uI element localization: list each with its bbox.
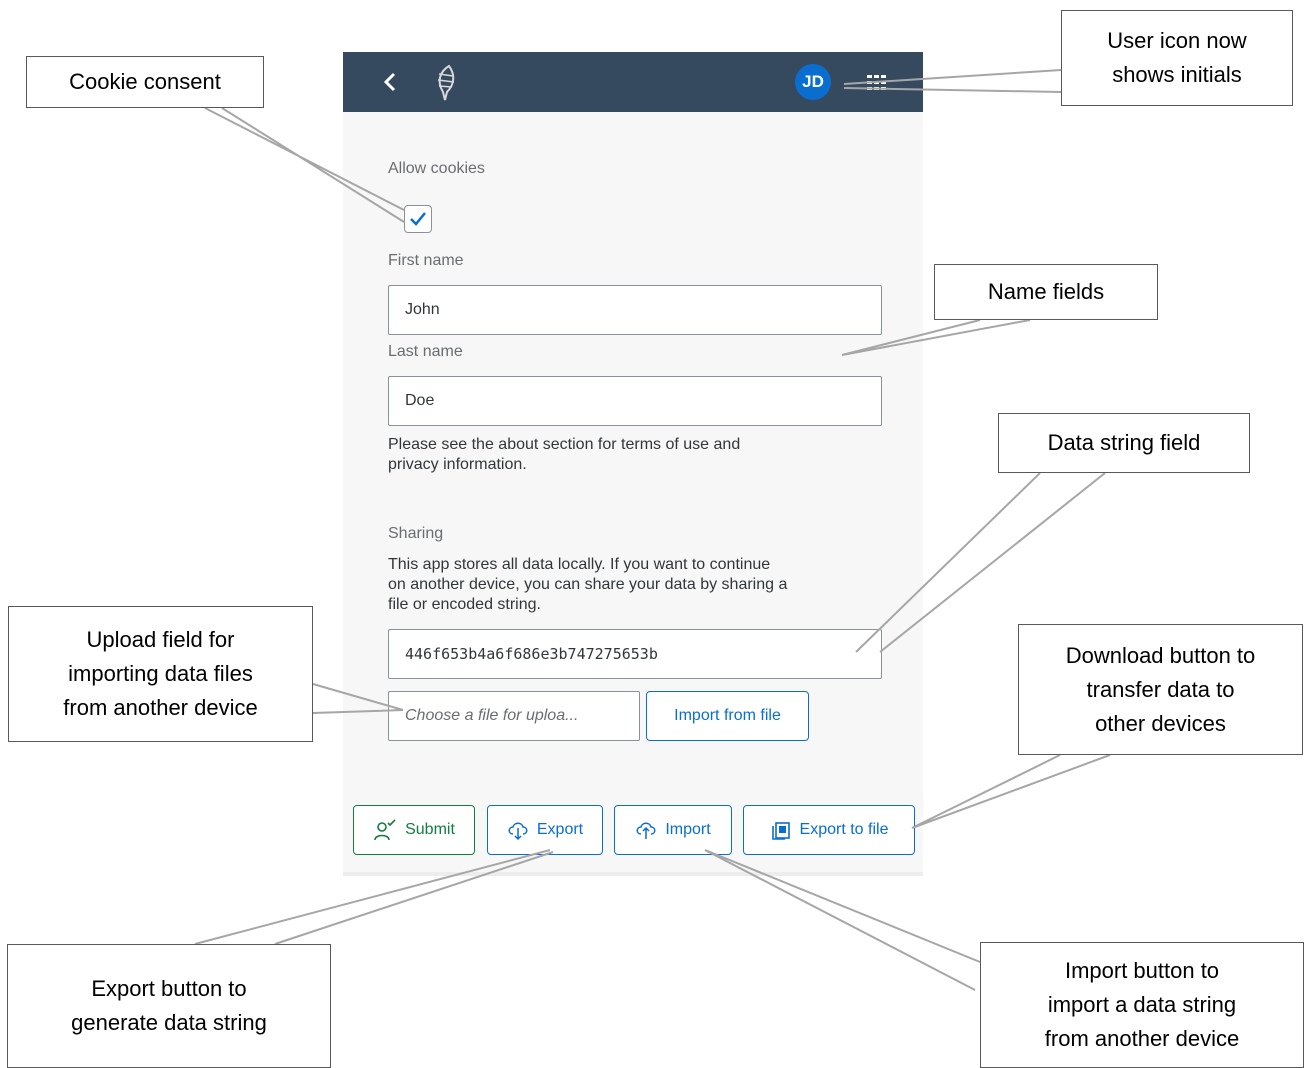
sharing-line: on another device, you can share your da… [388,576,788,593]
callout-download-button: Download button to transfer data to othe… [1018,624,1303,755]
first-name-field[interactable]: John [388,285,882,335]
callout-cookie-consent: Cookie consent [26,56,264,108]
file-upload-input[interactable]: Choose a file for uploa... [388,691,640,741]
person-check-icon [374,819,396,841]
callout-export-button: Export button to generate data string [7,944,331,1068]
sharing-title: Sharing [388,525,444,542]
data-string-value: 446f653b4a6f686e3b747275653b [405,645,658,663]
import-from-file-label: Import from file [674,707,781,724]
first-name-value: John [405,301,440,318]
file-export-icon [771,822,790,840]
callout-text: from another device [1044,1026,1240,1051]
sharing-description: This app stores all data locally. If you… [388,555,888,615]
submit-button[interactable]: Submit [353,805,475,855]
callout-data-string: Data string field [998,413,1250,473]
callout-text: Download button to [1065,642,1256,668]
export-to-file-label: Export to file [799,821,889,838]
shell-bar: JD [343,52,923,112]
cloud-download-icon [508,822,528,841]
callout-text: shows initials [1112,62,1242,87]
callout-text: from another device [63,695,258,720]
export-label: Export [536,821,584,838]
callout-text: transfer data to [1086,676,1235,702]
callout-text: importing data files [68,661,253,686]
data-string-field[interactable]: 446f653b4a6f686e3b747275653b [388,629,882,679]
last-name-label: Last name [388,343,463,360]
terms-text: Please see the about section for terms o… [388,435,888,475]
callout-upload-field: Upload field for importing data files fr… [8,606,313,742]
file-upload-placeholder: Choose a file for uploa... [405,707,579,724]
callout-import-button: Import button to import a data string fr… [980,942,1304,1068]
callout-text: Import button to [1064,958,1220,983]
app-logo-icon [437,64,455,101]
import-button[interactable]: Import [614,805,732,855]
first-name-label: First name [388,252,464,269]
callout-text: Cookie consent [69,69,221,94]
callout-text: import a data string [1047,992,1237,1017]
callout-name-fields: Name fields [934,264,1158,320]
back-chevron-icon[interactable] [379,70,403,94]
export-button[interactable]: Export [487,805,603,855]
cloud-upload-icon [636,822,656,839]
last-name-value: Doe [405,392,435,409]
callout-text: Data string field [1047,430,1201,455]
app-grid-icon[interactable] [865,72,889,92]
footer-divider [343,872,923,876]
callout-text: User icon now [1107,28,1247,53]
callout-text: generate data string [71,1010,267,1035]
submit-label: Submit [405,821,455,838]
callout-text: other devices [1095,710,1226,736]
import-from-file-button[interactable]: Import from file [646,691,809,741]
callout-text: Export button to [91,976,247,1001]
callout-text: Upload field for [86,627,235,652]
allow-cookies-label: Allow cookies [388,160,485,177]
terms-line: Please see the about section for terms o… [388,436,741,453]
app-panel: JD Allow cookies First name John Last na… [343,52,923,876]
import-label: Import [665,821,711,838]
callout-user-icon: User icon now shows initials [1061,10,1293,106]
export-to-file-button[interactable]: Export to file [743,805,915,855]
avatar[interactable]: JD [795,64,831,100]
sharing-line: This app stores all data locally. If you… [388,556,771,573]
terms-line: privacy information. [388,456,527,473]
callout-text: Name fields [987,279,1105,304]
checkmark-icon [410,212,426,226]
last-name-field[interactable]: Doe [388,376,882,426]
sharing-line: file or encoded string. [388,596,541,613]
allow-cookies-checkbox[interactable] [404,205,432,233]
